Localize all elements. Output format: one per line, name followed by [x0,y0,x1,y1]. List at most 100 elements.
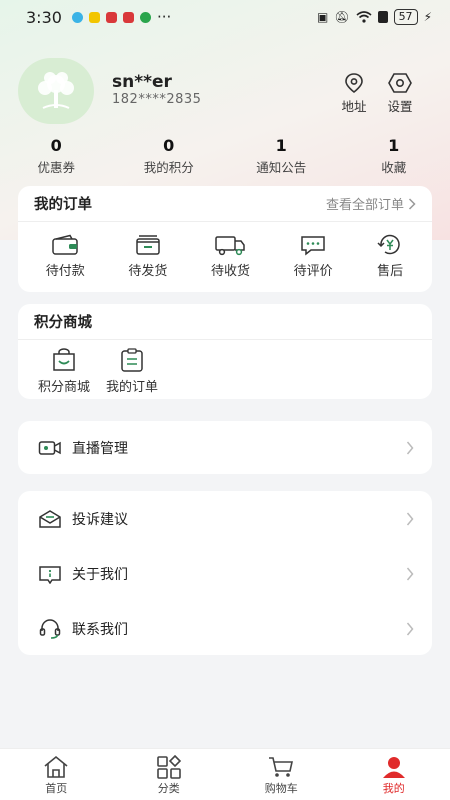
tab-category[interactable]: 分类 [113,749,226,800]
menu-item-label: 关于我们 [72,566,128,583]
alert-icon [377,11,388,23]
headset-icon [39,618,61,639]
charging-icon: ⚡︎ [423,10,432,24]
yen-refund-icon [377,234,400,255]
app-notification-icon [105,11,117,23]
home-icon [44,755,68,778]
location-pin-icon [345,73,363,94]
tab-label: 首页 [45,782,68,795]
stat-label: 通知公告 [256,160,307,175]
order-pending-shipment[interactable]: 待发货 [128,234,167,279]
menu-item-label: 投诉建议 [72,511,128,528]
points-mall-header: 积分商城 [18,304,432,340]
tab-label: 分类 [157,782,180,795]
menu-item-complaints[interactable]: 投诉建议 [18,491,432,546]
avatar[interactable] [18,58,94,124]
stat-label: 收藏 [381,160,407,175]
app-notification-icon [122,11,134,23]
order-status-label: 待评价 [293,264,333,279]
comment-icon [301,236,325,256]
stats-row: 0 优惠券 0 我的积分 1 通知公告 1 收藏 [0,136,450,176]
order-pending-payment[interactable]: 待付款 [46,234,85,279]
video-icon-wrap [38,439,62,457]
points-mall-label: 积分商城 [38,380,91,395]
video-camera-icon [38,440,61,455]
view-all-orders-label: 查看全部订单 [325,198,404,213]
box-icon [136,235,160,255]
mail-icon-wrap [38,509,62,529]
app-notification-icon [139,11,151,23]
wifi-icon [356,11,372,23]
chevron-right-icon [406,512,414,525]
order-status-label: 待发货 [128,264,168,279]
live-management-label: 直播管理 [72,440,128,457]
orders-card: 我的订单 查看全部订单 待付款 待发货 待收货 待评价 售后 [18,186,432,292]
order-pending-review[interactable]: 待评价 [294,234,333,279]
cart-icon [269,757,294,777]
stat-points[interactable]: 0 我的积分 [113,136,226,176]
tab-label: 购物车 [264,782,298,795]
wallet-icon [52,234,79,255]
settings-label: 设置 [387,99,413,114]
stat-favorites[interactable]: 1 收藏 [338,136,450,176]
shopping-bag-icon [53,348,75,371]
order-after-sales[interactable]: 售后 [376,234,404,279]
points-mall-entry[interactable]: 积分商城 [38,348,90,395]
orders-header: 我的订单 查看全部订单 [18,186,432,222]
chevron-right-icon [408,197,416,210]
headset-icon-wrap [38,618,62,640]
tab-home[interactable]: 首页 [0,749,113,800]
profile-section: sn**er 182****2835 地址 设置 [18,58,432,128]
stat-label: 我的积分 [143,160,194,175]
gear-icon [388,73,412,93]
points-orders-entry[interactable]: 我的订单 [106,348,158,395]
address-button[interactable]: 地址 [334,72,374,115]
phone-number: 182****2835 [112,92,202,107]
more-notifications: ··· [156,8,172,26]
live-management-row[interactable]: 直播管理 [18,421,432,474]
order-pending-receipt[interactable]: 待收货 [211,234,250,279]
view-all-orders-link[interactable]: 查看全部订单 [326,194,416,213]
order-status-label: 待付款 [45,264,85,279]
live-card: 直播管理 [18,421,432,474]
tree-logo-icon [38,72,74,109]
chevron-right-icon [406,441,414,454]
app-notification-icon [88,11,100,23]
status-time: 3:30 [26,7,62,27]
points-mall-title: 积分商城 [34,315,92,331]
nfc-icon: ▣ [316,10,329,24]
chevron-right-icon [406,622,414,635]
stat-value: 1 [275,136,287,155]
tab-mine[interactable]: 我的 [338,749,450,800]
points-mall-icon-row: 积分商城 我的订单 [18,340,432,395]
stat-notices[interactable]: 1 通知公告 [225,136,338,176]
chevron-right-icon [406,567,414,580]
mute-icon: 🔕︎ [334,10,350,24]
stat-label: 优惠券 [37,160,75,175]
truck-icon [215,236,246,256]
menu-item-about[interactable]: 关于我们 [18,546,432,601]
username: sn**er [112,72,172,92]
menu-item-label: 联系我们 [72,621,128,638]
address-label: 地址 [341,99,367,114]
stat-coupons[interactable]: 0 优惠券 [0,136,113,176]
menu-card: 投诉建议 关于我们 联系我们 [18,491,432,655]
status-bar: 3:30 ··· ▣ 🔕︎ 57 ⚡︎ [0,0,450,34]
points-mall-card: 积分商城 积分商城 我的订单 [18,304,432,399]
orders-title: 我的订单 [34,197,92,213]
battery-indicator: 57 [393,9,418,25]
tab-label: 我的 [382,782,405,795]
points-orders-label: 我的订单 [106,380,159,395]
info-icon [39,565,61,584]
order-status-label: 待收货 [210,264,250,279]
order-status-label: 售后 [377,264,404,279]
stat-value: 1 [388,136,400,155]
info-icon-wrap [38,564,62,584]
tab-cart[interactable]: 购物车 [225,749,338,800]
stat-value: 0 [50,136,62,155]
settings-button[interactable]: 设置 [380,72,420,115]
app-notification-icon [71,11,83,23]
orders-icon-row: 待付款 待发货 待收货 待评价 售后 [18,222,432,279]
clipboard-icon [121,348,143,372]
menu-item-contact[interactable]: 联系我们 [18,601,432,656]
